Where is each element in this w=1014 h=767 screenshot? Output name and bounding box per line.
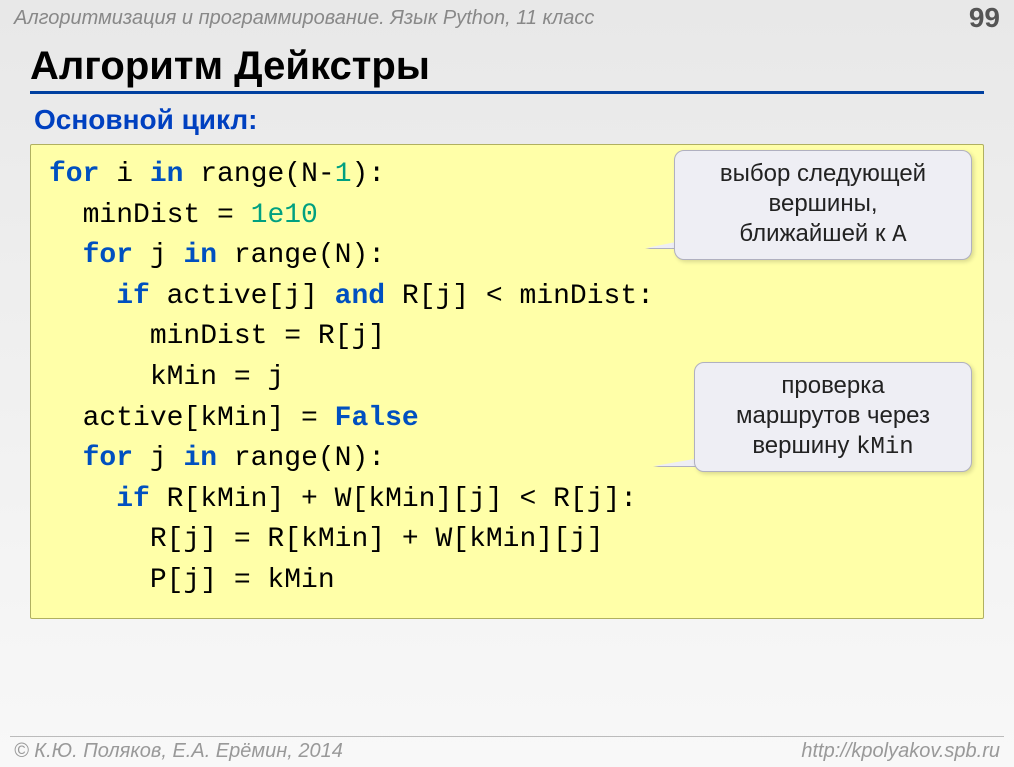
callout-line: ближайшей к A [693,219,953,251]
num-literal: 1e10 [251,200,318,231]
kw-in: in [183,240,217,271]
footer-url: http://kpolyakov.spb.ru [801,740,1000,763]
footer-rule [10,736,1004,737]
code-text: R[j] < minDist: [385,281,654,312]
code-text: R[kMin] + W[kMin][j] < R[j]: [150,484,637,515]
num-literal: 1 [335,159,352,190]
callout-check-routes: проверка маршрутов через вершину kMin [694,362,972,472]
callout-line: проверка [713,371,953,401]
callout-line: вершины, [693,189,953,219]
slide-content: Алгоритм Дейкстры Основной цикл: for i i… [0,34,1014,619]
callout-code: A [892,222,906,249]
code-text: minDist = R[j] [49,321,385,352]
kw-in: in [150,159,184,190]
callout-code: kMin [856,434,914,461]
code-text: range(N- [183,159,334,190]
slide-header: Алгоритмизация и программирование. Язык … [0,0,1014,34]
callout-text: ближайшей к [739,220,892,247]
code-text: kMin = j [49,362,284,393]
callout-line: маршрутов через [713,401,953,431]
code-text: R[j] = R[kMin] + W[kMin][j] [49,524,604,555]
code-text: minDist = [49,200,251,231]
callout-text: вершину [752,432,856,459]
code-text: j [133,443,183,474]
kw-false: False [335,403,419,434]
page-number: 99 [969,2,1000,34]
kw-for: for [83,443,133,474]
kw-for: for [83,240,133,271]
code-text: j [133,240,183,271]
code-text: range(N): [217,240,385,271]
kw-in: in [183,443,217,474]
copyright: © К.Ю. Поляков, Е.А. Ерёмин, 2014 [14,740,343,763]
course-title: Алгоритмизация и программирование. Язык … [14,7,594,30]
callout-select-vertex: выбор следующей вершины, ближайшей к A [674,150,972,260]
code-text: P[j] = kMin [49,565,335,596]
slide-title: Алгоритм Дейкстры [30,44,984,89]
code-text: range(N): [217,443,385,474]
code-text: ): [352,159,386,190]
callout-line: вершину kMin [713,431,953,463]
code-text [49,240,83,271]
code-area: for i in range(N-1): minDist = 1e10 for … [30,144,984,619]
code-text: active[kMin] = [49,403,335,434]
code-text [49,281,116,312]
code-text [49,484,116,515]
slide-subtitle: Основной цикл: [34,104,984,136]
code-text: active[j] [150,281,335,312]
kw-if: if [116,281,150,312]
kw-for: for [49,159,99,190]
slide-footer: © К.Ю. Поляков, Е.А. Ерёмин, 2014 http:/… [0,740,1014,763]
kw-and: and [335,281,385,312]
callout-line: выбор следующей [693,159,953,189]
code-text [49,443,83,474]
title-underline [30,91,984,94]
code-text: i [99,159,149,190]
kw-if: if [116,484,150,515]
